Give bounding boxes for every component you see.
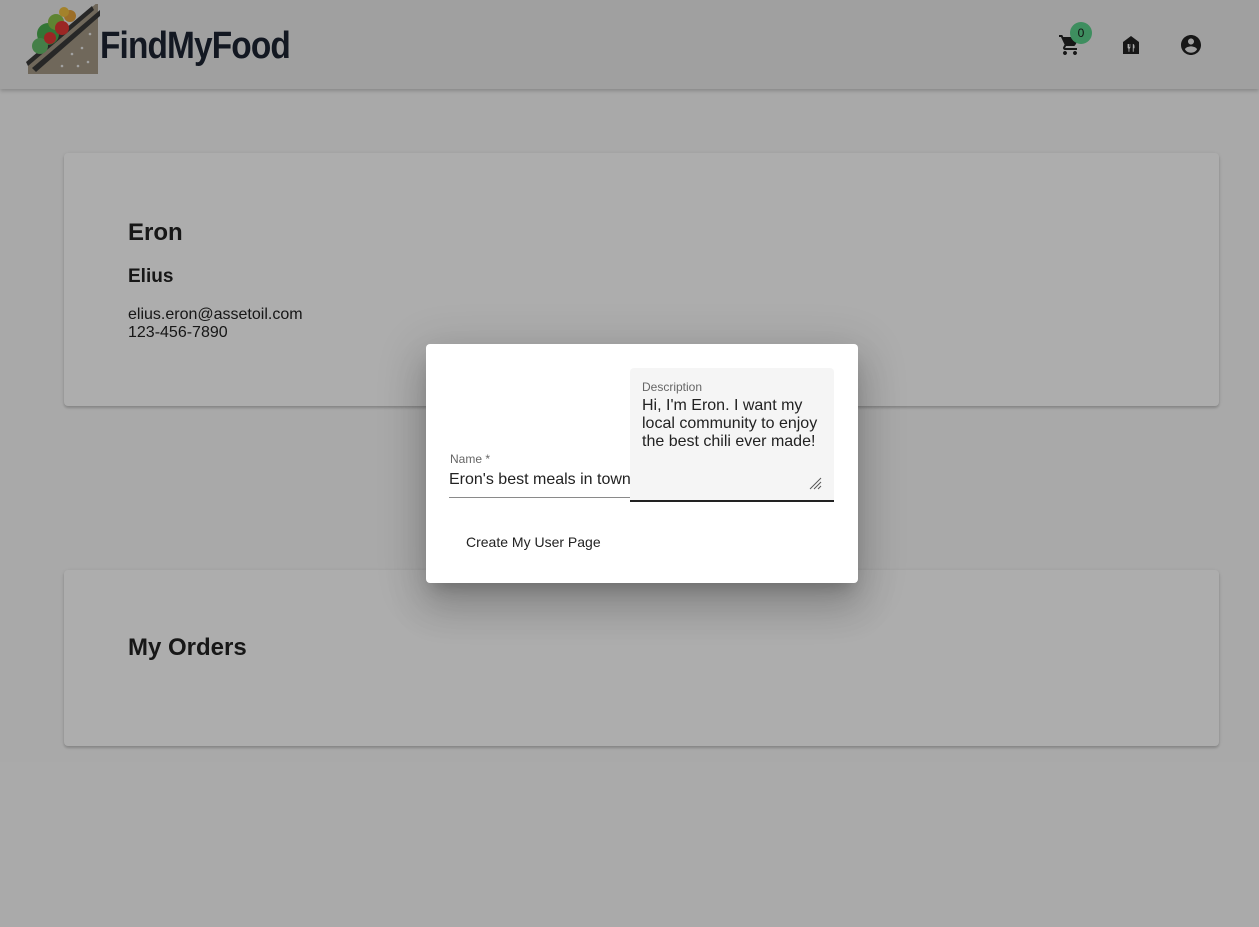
description-label: Description xyxy=(642,380,703,394)
page: FindMyFood 0 Eron Elius elius.eron@asset… xyxy=(0,0,1259,927)
name-field[interactable]: Name * Eron's best meals in town xyxy=(449,451,630,498)
create-user-page-button[interactable]: Create My User Page xyxy=(458,524,609,560)
description-textarea[interactable]: Hi, I'm Eron. I want my local community … xyxy=(642,397,826,451)
name-label: Name * xyxy=(450,452,491,466)
resize-handle-icon[interactable] xyxy=(808,476,822,490)
description-field[interactable]: Description Hi, I'm Eron. I want my loca… xyxy=(630,368,834,502)
name-input[interactable]: Eron's best meals in town xyxy=(449,471,630,489)
create-user-page-dialog: Name * Eron's best meals in town Descrip… xyxy=(426,344,858,583)
